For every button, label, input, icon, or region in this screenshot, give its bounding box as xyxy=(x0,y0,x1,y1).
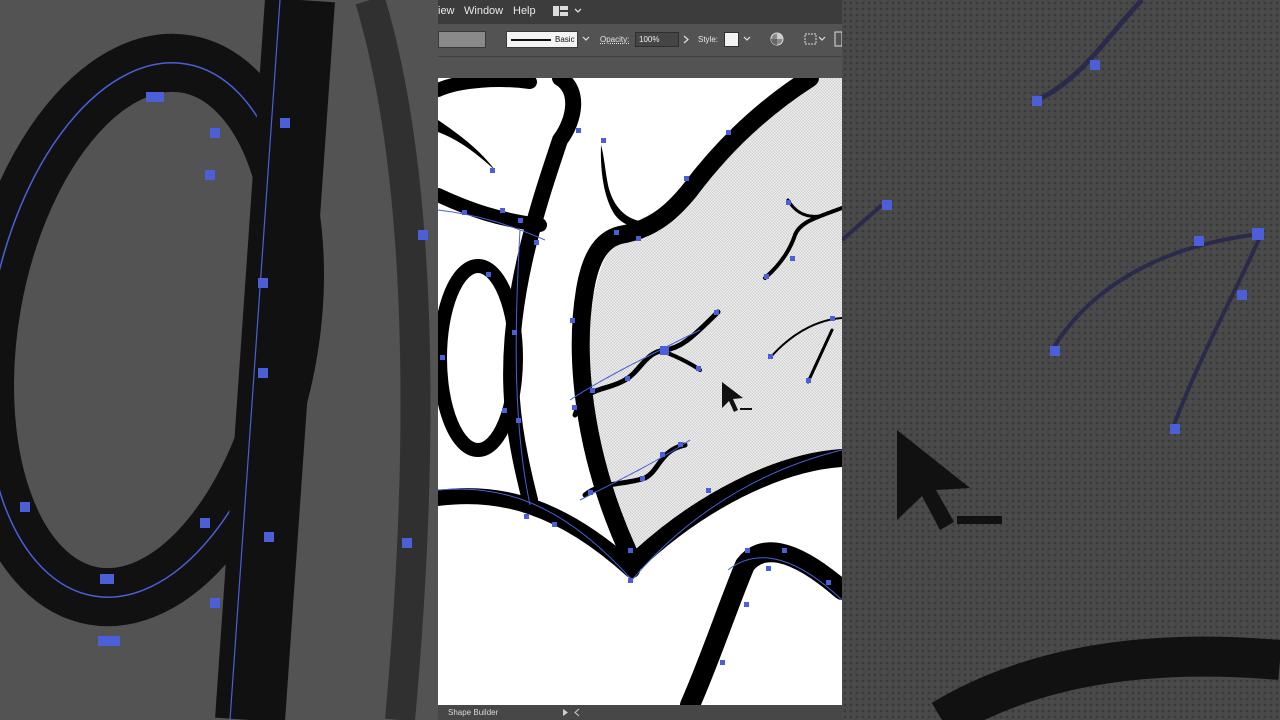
play-icon[interactable] xyxy=(562,708,582,717)
style-label: Style: xyxy=(698,35,719,44)
chevron-down-icon[interactable] xyxy=(582,36,590,42)
artwork[interactable] xyxy=(438,78,842,705)
workspace-switcher-icon[interactable] xyxy=(553,6,583,18)
menu-help[interactable]: Help xyxy=(513,5,536,17)
artboard[interactable] xyxy=(438,78,842,705)
stroke-profile-select[interactable]: Basic xyxy=(506,31,578,48)
right-zoom-backdrop xyxy=(842,0,1280,720)
stroke-style-label: Basic xyxy=(555,35,575,44)
recolor-artwork-icon[interactable] xyxy=(770,32,784,46)
canvas-area[interactable] xyxy=(438,57,842,705)
opacity-label[interactable]: Opacity: xyxy=(600,35,629,44)
align-grid-icon[interactable] xyxy=(804,32,826,46)
opacity-input[interactable]: 100% xyxy=(635,32,679,47)
menu-bar: iew Window Help xyxy=(438,0,842,24)
stroke-preview xyxy=(511,39,551,41)
graphic-style-swatch[interactable] xyxy=(724,32,739,47)
chevron-down-icon[interactable] xyxy=(743,36,751,42)
current-tool-label: Shape Builder xyxy=(448,708,499,717)
menu-view[interactable]: iew xyxy=(438,5,455,17)
fill-swatch[interactable] xyxy=(438,31,486,48)
control-bar: Basic Opacity: 100% Style: xyxy=(438,24,842,57)
panel-toggle-icon[interactable] xyxy=(834,31,842,47)
wisp-shape xyxy=(438,120,495,170)
illustrator-window: iew Window Help Basic Opacity: 100% Styl… xyxy=(438,0,842,720)
left-zoom-backdrop xyxy=(0,0,438,720)
menu-window[interactable]: Window xyxy=(464,5,503,17)
status-bar: Shape Builder xyxy=(438,705,842,720)
chevron-right-icon[interactable] xyxy=(683,35,689,44)
